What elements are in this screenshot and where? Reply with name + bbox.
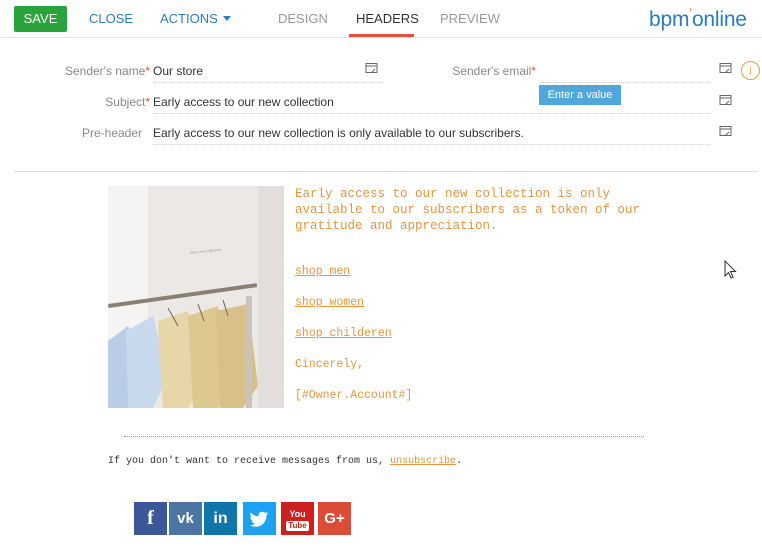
tab-design[interactable]: DESIGN (278, 11, 328, 26)
close-button[interactable]: CLOSE (89, 11, 133, 26)
validation-tooltip: Enter a value (539, 85, 621, 105)
youtube-icon[interactable]: You Tube (281, 502, 314, 535)
sender-name-label: Sender's name* (64, 64, 150, 78)
unsubscribe-link[interactable]: unsubscribe (390, 456, 456, 467)
preheader-input[interactable]: Early access to our new collection is on… (153, 126, 524, 140)
closing-text: Cincerely, (295, 358, 365, 371)
section-divider (14, 171, 758, 172)
shop-men-link[interactable]: shop men (295, 265, 350, 278)
caret-down-icon (222, 16, 231, 21)
tab-preview[interactable]: PREVIEW (440, 11, 500, 26)
preheader-underline (153, 144, 710, 145)
vk-icon[interactable]: vk (169, 502, 202, 535)
sender-name-input[interactable]: Our store (153, 64, 203, 78)
tab-headers[interactable]: HEADERS (356, 11, 419, 26)
shop-children-link[interactable]: shop childeren (295, 327, 392, 340)
email-footer-divider (124, 436, 644, 437)
unsubscribe-text: If you don't want to receive messages fr… (108, 456, 463, 467)
actions-label: ACTIONS (160, 11, 218, 26)
owner-macro-text: [#Owner.Account#] (295, 389, 413, 402)
macro-icon[interactable] (719, 125, 732, 137)
toolbar-divider (0, 37, 762, 38)
save-button[interactable]: SAVE (14, 6, 67, 32)
linkedin-icon[interactable]: in (204, 502, 237, 535)
bpmonline-logo: bpm'online (649, 5, 747, 31)
twitter-icon[interactable] (243, 502, 276, 535)
sender-email-label: Sender's email* (452, 64, 536, 78)
preheader-label: Pre-header (81, 126, 142, 140)
macro-icon[interactable] (365, 62, 378, 74)
subject-input[interactable]: Early access to our new collection (153, 95, 334, 109)
subject-underline (153, 113, 710, 114)
email-headline: Early access to our new collection is on… (295, 187, 641, 233)
macro-icon[interactable] (719, 94, 732, 106)
google-plus-icon[interactable]: G+ (318, 502, 351, 535)
macro-icon[interactable] (719, 62, 732, 74)
facebook-icon[interactable]: f (134, 502, 167, 535)
info-icon[interactable]: i (741, 61, 760, 80)
toolbar: SAVE CLOSE ACTIONS DESIGN HEADERS PREVIE… (0, 0, 762, 38)
actions-menu-button[interactable]: ACTIONS (160, 11, 231, 26)
mouse-cursor-icon (724, 260, 737, 279)
sender-name-underline (153, 82, 383, 83)
shop-women-link[interactable]: shop women (295, 296, 364, 309)
email-hero-image: Shop new collection (108, 186, 284, 408)
subject-label: Subject* (105, 95, 150, 109)
sender-email-underline (540, 82, 710, 83)
